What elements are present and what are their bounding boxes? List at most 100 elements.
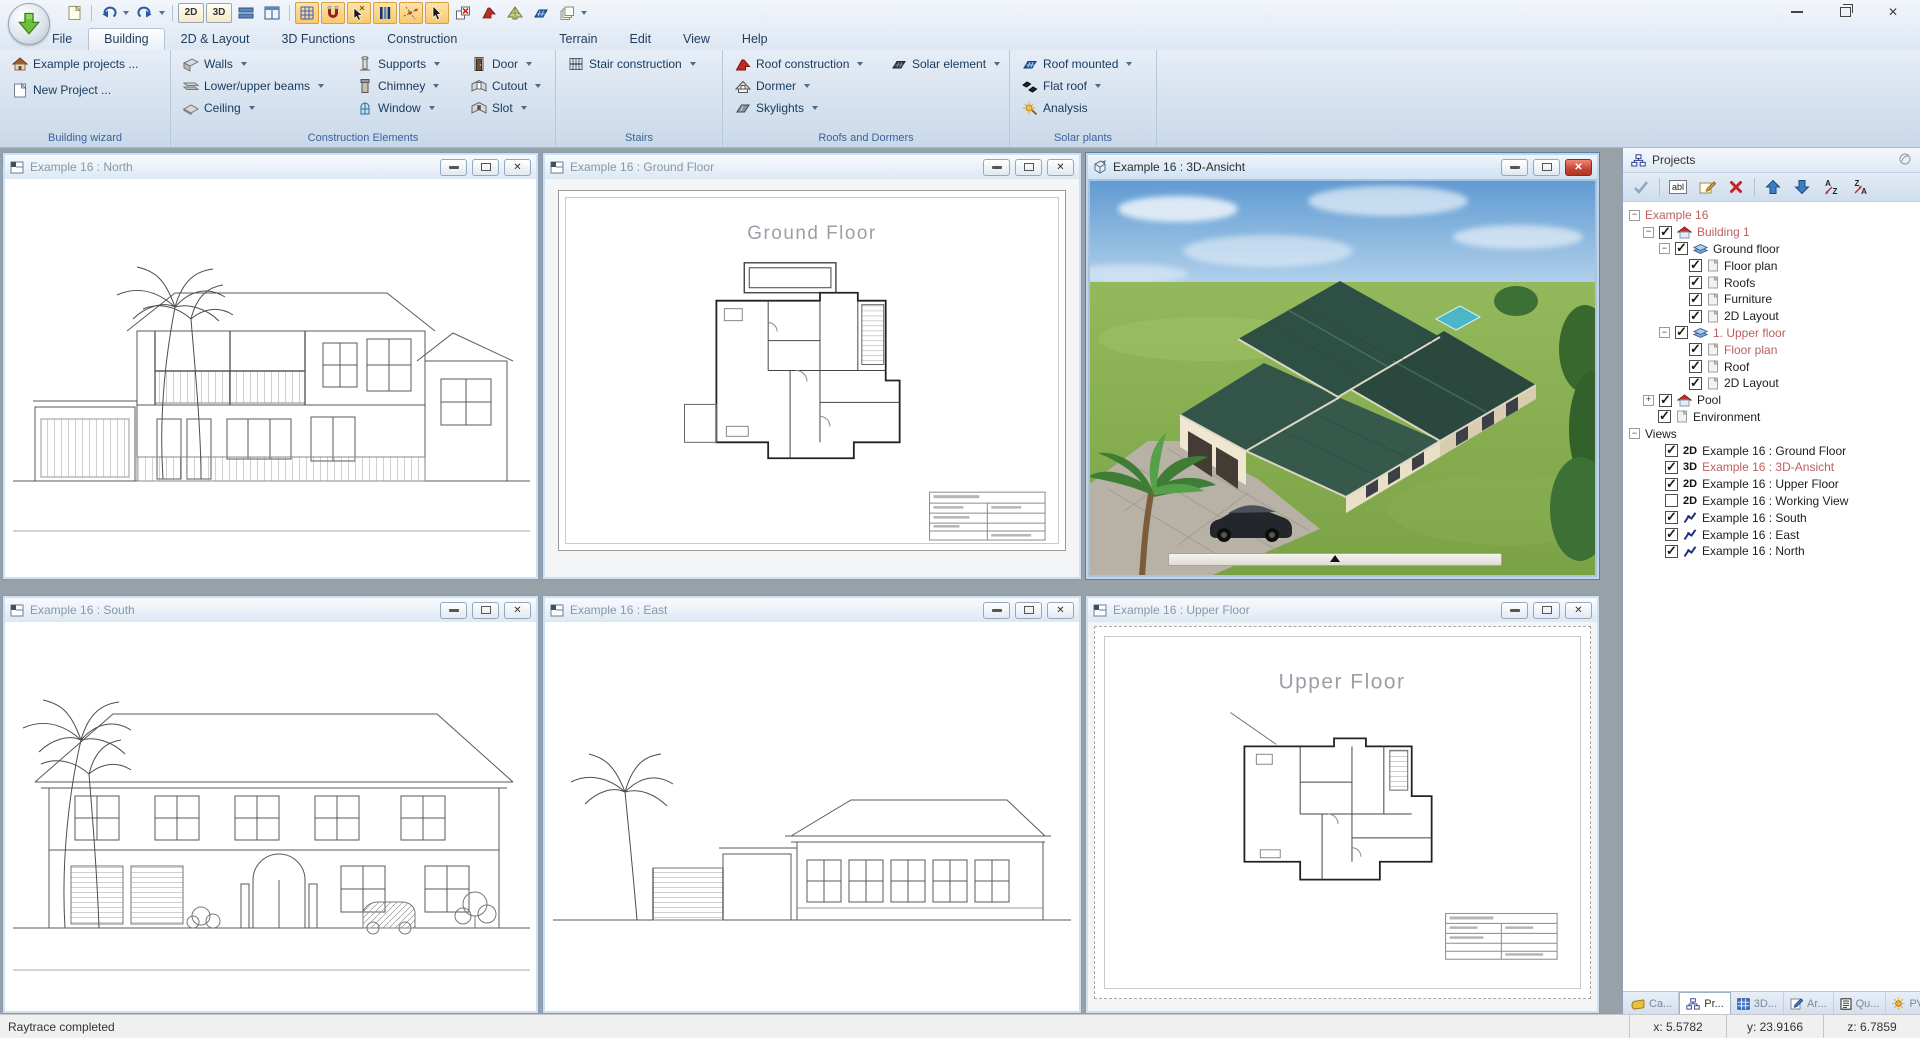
- tree-item-label[interactable]: Furniture: [1724, 292, 1772, 306]
- tree-item[interactable]: 2D Example 16 : Working View: [1625, 493, 1918, 510]
- tree-item-label[interactable]: Roof: [1724, 360, 1749, 374]
- tab-2d-layout[interactable]: 2D & Layout: [165, 28, 266, 50]
- tree-checkbox[interactable]: [1665, 478, 1678, 491]
- tree-item[interactable]: Building 1: [1625, 224, 1918, 241]
- tree-item[interactable]: Environment: [1625, 409, 1918, 426]
- tree-checkbox[interactable]: [1689, 293, 1702, 306]
- minimize-button[interactable]: [440, 602, 467, 619]
- chevron-down-icon[interactable]: [1095, 84, 1101, 88]
- tab-edit[interactable]: Edit: [614, 28, 668, 50]
- solar-view-icon[interactable]: [529, 2, 553, 24]
- crosshair-axes-icon[interactable]: [399, 2, 423, 24]
- chevron-down-icon[interactable]: [812, 106, 818, 110]
- tree-expander[interactable]: [1659, 243, 1670, 254]
- chevron-down-icon[interactable]: [994, 62, 1000, 66]
- redo-dropdown-icon[interactable]: [159, 11, 165, 15]
- snap-cursor-icon[interactable]: [347, 2, 371, 24]
- projects-panel-titlebar[interactable]: Projects: [1623, 148, 1920, 173]
- chevron-down-icon[interactable]: [434, 62, 440, 66]
- tree-expander[interactable]: [1643, 227, 1654, 238]
- undo-dropdown-icon[interactable]: [123, 11, 129, 15]
- tree-item-label[interactable]: Ground floor: [1713, 242, 1780, 256]
- door-button[interactable]: Door: [468, 54, 546, 74]
- tree-item-label[interactable]: Floor plan: [1724, 259, 1777, 273]
- undo-icon[interactable]: [97, 2, 121, 24]
- view-3d-button[interactable]: 3D: [206, 3, 232, 23]
- maximize-button[interactable]: [1015, 602, 1042, 619]
- new-plan-icon[interactable]: [62, 2, 86, 24]
- minimize-button[interactable]: [1501, 159, 1528, 176]
- tree-checkbox[interactable]: [1689, 343, 1702, 356]
- minimize-button[interactable]: [1501, 602, 1528, 619]
- tree-item-label[interactable]: Views: [1645, 427, 1677, 441]
- slot-button[interactable]: Slot: [468, 98, 546, 118]
- window-east-titlebar[interactable]: Example 16 : East ✕: [545, 598, 1079, 622]
- apply-check-button[interactable]: [1630, 177, 1652, 197]
- minimize-button[interactable]: [440, 159, 467, 176]
- chevron-down-icon[interactable]: [690, 62, 696, 66]
- south-elevation-canvas[interactable]: [5, 622, 536, 1011]
- tab-area[interactable]: Ar...: [1784, 992, 1834, 1015]
- tree-item[interactable]: Example 16 : East: [1625, 526, 1918, 543]
- minimize-button[interactable]: [1780, 2, 1814, 21]
- tree-checkbox[interactable]: [1689, 259, 1702, 272]
- select-cursor-icon[interactable]: [425, 2, 449, 24]
- maximize-button[interactable]: [472, 602, 499, 619]
- maximize-button[interactable]: [1533, 159, 1560, 176]
- window-ground-floor-titlebar[interactable]: Example 16 : Ground Floor ✕: [545, 155, 1079, 179]
- tree-item[interactable]: 2D Layout: [1625, 375, 1918, 392]
- window-north-titlebar[interactable]: Example 16 : North ✕: [5, 155, 536, 179]
- tree-item[interactable]: 3D Example 16 : 3D-Ansicht: [1625, 459, 1918, 476]
- chevron-down-icon[interactable]: [857, 62, 863, 66]
- tree-checkbox[interactable]: [1689, 310, 1702, 323]
- tree-item-label[interactable]: Example 16 : Ground Floor: [1702, 444, 1846, 458]
- chevron-down-icon[interactable]: [535, 84, 541, 88]
- close-button[interactable]: ✕: [504, 159, 531, 176]
- tree-item-label[interactable]: Floor plan: [1724, 343, 1777, 357]
- layers-icon[interactable]: [555, 2, 579, 24]
- maximize-button[interactable]: [1533, 602, 1560, 619]
- tab-terrain[interactable]: Terrain: [543, 28, 613, 50]
- stair-construction-button[interactable]: Stair construction: [565, 54, 713, 74]
- tree-item-label[interactable]: Roofs: [1724, 276, 1755, 290]
- chevron-down-icon[interactable]: [241, 62, 247, 66]
- tree-checkbox[interactable]: [1665, 461, 1678, 474]
- new-project-button[interactable]: New Project ...: [9, 80, 161, 100]
- maximize-button[interactable]: [472, 159, 499, 176]
- tree-checkbox[interactable]: [1675, 242, 1688, 255]
- tab-projects[interactable]: Pr...: [1679, 992, 1731, 1015]
- tree-item[interactable]: Pool: [1625, 392, 1918, 409]
- tab-view[interactable]: View: [667, 28, 726, 50]
- tree-expander[interactable]: [1629, 210, 1640, 221]
- roof-construction-button[interactable]: Roof construction: [732, 54, 872, 74]
- tree-item-label[interactable]: Environment: [1693, 410, 1760, 424]
- ceiling-button[interactable]: Ceiling: [180, 98, 338, 118]
- tree-checkbox[interactable]: [1665, 444, 1678, 457]
- tab-pv[interactable]: PV...: [1886, 992, 1920, 1015]
- close-button[interactable]: ✕: [1047, 159, 1074, 176]
- chevron-down-icon[interactable]: [1126, 62, 1132, 66]
- tree-item[interactable]: Ground floor: [1625, 241, 1918, 258]
- example-projects-button[interactable]: Example projects ...: [9, 54, 161, 74]
- supports-button[interactable]: Supports: [354, 54, 452, 74]
- pin-panel-icon[interactable]: [1898, 152, 1912, 169]
- window-south-titlebar[interactable]: Example 16 : South ✕: [5, 598, 536, 622]
- window-3d-titlebar[interactable]: Example 16 : 3D-Ansicht ✕: [1088, 155, 1597, 179]
- chevron-down-icon[interactable]: [804, 84, 810, 88]
- delete-button[interactable]: [1725, 177, 1747, 197]
- chevron-down-icon[interactable]: [433, 84, 439, 88]
- tab-3d-objects[interactable]: 3D...: [1731, 992, 1784, 1015]
- close-button[interactable]: ✕: [504, 602, 531, 619]
- tree-item[interactable]: 2D Example 16 : Upper Floor: [1625, 476, 1918, 493]
- close-button[interactable]: ✕: [1565, 159, 1592, 176]
- rename-button[interactable]: abl: [1667, 177, 1689, 197]
- redo-icon[interactable]: [133, 2, 157, 24]
- chevron-down-icon[interactable]: [318, 84, 324, 88]
- snap-magnet-icon[interactable]: [321, 2, 345, 24]
- tab-catalog[interactable]: Ca...: [1625, 992, 1679, 1015]
- tree-checkbox[interactable]: [1659, 394, 1672, 407]
- tree-checkbox[interactable]: [1689, 360, 1702, 373]
- tree-item-label[interactable]: Example 16: [1645, 208, 1708, 222]
- tree-item[interactable]: Example 16: [1625, 207, 1918, 224]
- tree-item-label[interactable]: 1. Upper floor: [1713, 326, 1786, 340]
